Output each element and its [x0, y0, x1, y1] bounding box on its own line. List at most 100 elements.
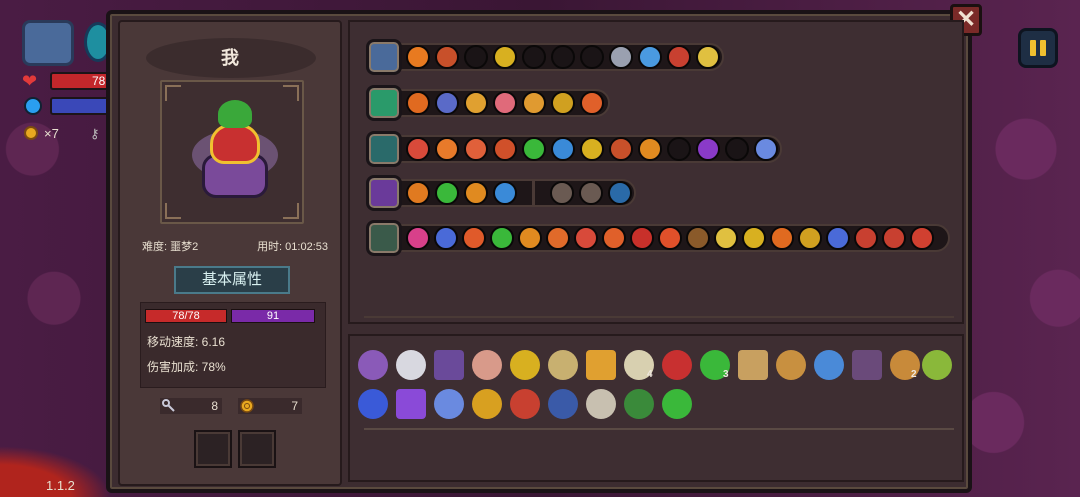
- sword-rune-icon[interactable]: [435, 91, 459, 115]
- portrait-corner: [283, 85, 299, 101]
- empty-rune-slot[interactable]: [522, 45, 546, 69]
- fire-rune-icon[interactable]: [406, 181, 430, 205]
- empty-rune-slot[interactable]: [667, 137, 691, 161]
- spellbook-icon[interactable]: [366, 85, 402, 121]
- scroll-item-icon[interactable]: [586, 350, 616, 380]
- crystal-item-icon[interactable]: [396, 350, 426, 380]
- sword-rune-icon[interactable]: [546, 226, 570, 250]
- antler-item-icon[interactable]: [510, 350, 540, 380]
- locked-rune-icon[interactable]: [579, 181, 603, 205]
- glasses-item-icon[interactable]: [548, 350, 578, 380]
- hand-item-icon[interactable]: [548, 389, 578, 419]
- crossed-swords-rune-icon[interactable]: [826, 226, 850, 250]
- flower-rune-icon[interactable]: [493, 91, 517, 115]
- star-rune-icon[interactable]: [434, 226, 458, 250]
- stats-box: 78/78 91 移动速度: 6.16 伤害加成: 78%: [140, 302, 326, 388]
- ice-rune-icon[interactable]: [638, 45, 662, 69]
- fire-rune-icon[interactable]: [406, 45, 430, 69]
- burst-rune-icon[interactable]: [580, 91, 604, 115]
- cage-item-icon[interactable]: [434, 350, 464, 380]
- boot-item-icon[interactable]: [396, 389, 426, 419]
- gauntlet-item-icon[interactable]: [472, 389, 502, 419]
- coin-icon: [24, 126, 38, 140]
- lantern-item-icon[interactable]: [510, 389, 540, 419]
- hourglass-item-icon[interactable]: [738, 350, 768, 380]
- tab-basic-attributes[interactable]: 基本属性: [174, 266, 290, 294]
- wand-rune-icon[interactable]: [770, 226, 794, 250]
- rainbow-rune-icon[interactable]: [522, 91, 546, 115]
- empty-rune-slot[interactable]: [580, 45, 604, 69]
- chest-icon[interactable]: [366, 39, 402, 75]
- splash-rune-icon[interactable]: [551, 137, 575, 161]
- mask-item-icon[interactable]: [358, 350, 388, 380]
- equipment-slot[interactable]: [238, 430, 276, 468]
- star-rune-icon[interactable]: [754, 137, 778, 161]
- shield-rune-icon[interactable]: [910, 226, 934, 250]
- bell-rune-icon[interactable]: [696, 45, 720, 69]
- pause-button[interactable]: [1018, 28, 1058, 68]
- character-portrait: [160, 80, 304, 224]
- clover-item-icon[interactable]: [662, 389, 692, 419]
- chest-icon[interactable]: [22, 20, 74, 66]
- potion-rune-icon[interactable]: [667, 45, 691, 69]
- bell-rune-icon[interactable]: [714, 226, 738, 250]
- trident-icon[interactable]: [366, 220, 402, 256]
- clock-rune-icon[interactable]: [406, 226, 430, 250]
- hat-rune-icon[interactable]: [686, 226, 710, 250]
- sparkle-rune-icon[interactable]: [742, 226, 766, 250]
- hourglass-rune-icon[interactable]: [609, 137, 633, 161]
- stone-rune-icon[interactable]: [609, 45, 633, 69]
- sparkle-rune-icon[interactable]: [493, 45, 517, 69]
- coin-counter: 7: [238, 398, 302, 414]
- locked-rune-icon[interactable]: [550, 181, 574, 205]
- hourglass-rune-icon[interactable]: [435, 45, 459, 69]
- sparkle-rune-icon[interactable]: [580, 137, 604, 161]
- mp-bar: 91: [231, 309, 315, 323]
- splash-rune-icon[interactable]: [493, 181, 517, 205]
- splash-rune-icon[interactable]: [608, 181, 632, 205]
- coin-count: 7: [291, 399, 298, 413]
- bow-rune-icon[interactable]: [406, 91, 430, 115]
- magnifier-item-icon[interactable]: [814, 350, 844, 380]
- grid-rune-icon[interactable]: [551, 91, 575, 115]
- potion-rune-icon[interactable]: [854, 226, 878, 250]
- wave-rune-icon[interactable]: [638, 137, 662, 161]
- gem-rune-icon[interactable]: [435, 181, 459, 205]
- gem-rune-icon[interactable]: [490, 226, 514, 250]
- target-rune-icon[interactable]: [574, 226, 598, 250]
- cross-rune-icon[interactable]: [798, 226, 822, 250]
- skull-rune-icon[interactable]: [522, 137, 546, 161]
- triad-rune-icon[interactable]: [602, 226, 626, 250]
- version-label: 1.1.2: [46, 478, 75, 493]
- feather-item-icon[interactable]: [776, 350, 806, 380]
- empty-rune-slot[interactable]: [464, 45, 488, 69]
- ribcage-item-icon[interactable]: [586, 389, 616, 419]
- triad-rune-icon[interactable]: [493, 137, 517, 161]
- flame-rune-icon[interactable]: [696, 137, 720, 161]
- coin-icon: [240, 399, 254, 413]
- swirl-rune-icon[interactable]: [630, 226, 654, 250]
- target-rune-icon[interactable]: [406, 137, 430, 161]
- empty-rune-slot[interactable]: [551, 45, 575, 69]
- green-boot-item-icon[interactable]: [624, 389, 654, 419]
- eye-rune-icon[interactable]: [658, 226, 682, 250]
- rainbow-rune-icon[interactable]: [464, 91, 488, 115]
- fire-rune-icon[interactable]: [518, 226, 542, 250]
- empty-rune-slot[interactable]: [725, 137, 749, 161]
- demon-item-icon[interactable]: [662, 350, 692, 380]
- items-scroll-track[interactable]: [364, 428, 954, 430]
- potion-rune-icon[interactable]: [882, 226, 906, 250]
- horn-item-icon[interactable]: [922, 350, 952, 380]
- lotus-item-icon[interactable]: [434, 389, 464, 419]
- equipment-slot[interactable]: [194, 430, 232, 468]
- amulet-item-icon[interactable]: [358, 389, 388, 419]
- slash-rune-icon[interactable]: [462, 226, 486, 250]
- egg-item-icon[interactable]: [472, 350, 502, 380]
- fire-rune-icon[interactable]: [464, 181, 488, 205]
- cloak-item-icon[interactable]: [852, 350, 882, 380]
- key-icon: [162, 399, 175, 412]
- burst-rune-icon[interactable]: [435, 137, 459, 161]
- staff-icon[interactable]: [366, 131, 402, 167]
- triad-rune-icon[interactable]: [464, 137, 488, 161]
- scythe-icon[interactable]: [366, 175, 402, 211]
